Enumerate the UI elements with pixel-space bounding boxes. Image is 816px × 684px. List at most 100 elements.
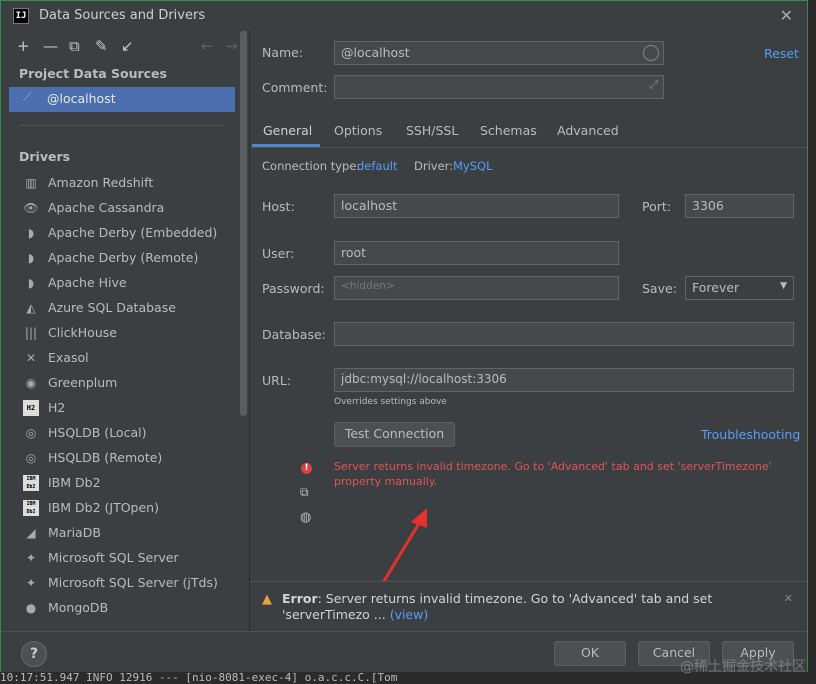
driver-item-label: Microsoft SQL Server (jTds): [48, 575, 218, 590]
driver-item[interactable]: ◢ MariaDB: [1, 521, 237, 545]
driver-item-label: Azure SQL Database: [48, 300, 176, 315]
driver-item[interactable]: IBM Db2 IBM Db2: [1, 471, 237, 495]
driver-item[interactable]: ✕ Exasol: [1, 346, 237, 370]
driver-item[interactable]: ◭ Azure SQL Database: [1, 296, 237, 320]
expand-icon[interactable]: ⤢: [649, 78, 658, 92]
url-input[interactable]: jdbc:mysql://localhost:3306: [334, 368, 794, 392]
watermark: @稀土掘金技术社区: [680, 659, 806, 675]
chevron-down-icon: ▼: [780, 281, 787, 291]
data-sources-dialog: IJ Data Sources and Drivers ✕ + — ⧉ ✎ ↙ …: [0, 0, 808, 673]
driver-item-label: MongoDB: [48, 600, 109, 615]
driver-item-label: HSQLDB (Local): [48, 425, 147, 440]
globe-icon[interactable]: ◍: [300, 510, 311, 525]
mssql-icon: ✦: [25, 551, 37, 565]
driver-item[interactable]: ◗ Apache Derby (Remote): [1, 246, 237, 270]
password-input[interactable]: <hidden>: [334, 276, 619, 300]
host-input[interactable]: localhost: [334, 194, 619, 218]
driver-item[interactable]: H2 H2: [1, 396, 237, 420]
hsqldb-icon: ◎: [25, 451, 37, 465]
notice-line-2: 'serverTimezo ... (view): [282, 607, 428, 622]
color-circle-icon[interactable]: [643, 45, 659, 61]
help-button[interactable]: ?: [21, 641, 47, 667]
cassandra-icon: 👁: [23, 201, 39, 215]
database-label: Database:: [262, 327, 326, 342]
driver-item[interactable]: ◎ HSQLDB (Local): [1, 421, 237, 445]
save-select[interactable]: Forever ▼: [685, 276, 794, 300]
database-input[interactable]: [334, 322, 794, 346]
azure-icon: ◭: [26, 301, 36, 315]
mssql-icon: ✦: [25, 576, 37, 590]
driver-item[interactable]: ◗ Apache Hive: [1, 271, 237, 295]
window-title: Data Sources and Drivers: [39, 8, 206, 23]
source-item-localhost[interactable]: ⟋ @localhost: [9, 87, 235, 112]
connection-type-label: Connection type:: [262, 159, 361, 173]
driver-item[interactable]: 👁 Apache Cassandra: [1, 196, 237, 220]
driver-item[interactable]: ⌁ MySQL: [1, 621, 237, 626]
driver-item[interactable]: IBM Db2 IBM Db2 (JTOpen): [1, 496, 237, 520]
left-scrollbar[interactable]: [240, 31, 247, 416]
right-panel: Name: @localhost Reset Comment: ⤢ Genera…: [250, 31, 807, 581]
mongodb-icon: ●: [25, 601, 37, 615]
port-input[interactable]: 3306: [685, 194, 794, 218]
active-tab-indicator: [252, 144, 320, 147]
driver-item-label: MariaDB: [48, 525, 101, 540]
tab-general[interactable]: General: [263, 123, 312, 138]
driver-item[interactable]: ◗ Apache Derby (Embedded): [1, 221, 237, 245]
troubleshooting-link[interactable]: Troubleshooting: [701, 427, 800, 442]
wrench-icon[interactable]: ✎: [95, 37, 108, 55]
driver-link[interactable]: MySQL: [453, 159, 493, 173]
title-bar: IJ Data Sources and Drivers ✕: [1, 1, 807, 31]
notice-close-icon[interactable]: ✕: [784, 592, 793, 605]
driver-item[interactable]: ✦ Microsoft SQL Server: [1, 546, 237, 570]
intellij-app-icon: IJ: [13, 8, 29, 24]
name-input[interactable]: @localhost: [334, 41, 664, 65]
close-icon[interactable]: ✕: [780, 6, 793, 25]
user-input[interactable]: root: [334, 241, 619, 265]
forward-arrow-icon[interactable]: →: [225, 37, 238, 55]
driver-label: Driver:: [414, 159, 454, 173]
notice-prefix: Error: [282, 591, 318, 606]
driver-item-label: H2: [48, 400, 66, 415]
driver-item[interactable]: ◉ Greenplum: [1, 371, 237, 395]
name-value: @localhost: [341, 45, 410, 60]
project-sources-heading: Project Data Sources: [19, 66, 167, 81]
warning-icon: ▲: [262, 592, 272, 607]
copy-icon[interactable]: ⧉: [300, 485, 309, 500]
save-label: Save:: [642, 281, 677, 296]
url-note: Overrides settings above: [334, 397, 447, 407]
reset-link[interactable]: Reset: [764, 46, 799, 61]
add-icon[interactable]: +: [17, 37, 30, 55]
driver-item[interactable]: ||| ClickHouse: [1, 321, 237, 345]
test-connection-button[interactable]: Test Connection: [334, 422, 455, 447]
tab-ssh-ssl[interactable]: SSH/SSL: [406, 123, 458, 138]
tab-schemas[interactable]: Schemas: [480, 123, 537, 138]
h2-icon: H2: [23, 400, 39, 416]
notice-view-link[interactable]: (view): [390, 607, 429, 622]
source-item-label: @localhost: [47, 91, 116, 106]
divider: [19, 125, 225, 126]
notice-text-2: 'serverTimezo ...: [282, 607, 390, 622]
driver-item[interactable]: ▥ Amazon Redshift: [1, 171, 237, 195]
background-editor-edge: [808, 0, 816, 684]
driver-item[interactable]: ✦ Microsoft SQL Server (jTds): [1, 571, 237, 595]
driver-item-label: Exasol: [48, 350, 89, 365]
import-icon[interactable]: ↙: [121, 37, 134, 55]
notice-line-1: Error: Server returns invalid timezone. …: [282, 591, 712, 606]
driver-item[interactable]: ● MongoDB: [1, 596, 237, 620]
left-panel: + — ⧉ ✎ ↙ ← → Project Data Sources ⟋ @lo…: [1, 31, 250, 631]
drivers-heading: Drivers: [19, 149, 71, 164]
tab-options[interactable]: Options: [334, 123, 382, 138]
back-arrow-icon[interactable]: ←: [201, 37, 214, 55]
remove-icon[interactable]: —: [43, 37, 58, 55]
tab-advanced[interactable]: Advanced: [557, 123, 619, 138]
driver-item-label: IBM Db2 (JTOpen): [48, 500, 159, 515]
ok-button[interactable]: OK: [554, 641, 626, 666]
derby-icon: ◗: [27, 251, 35, 265]
driver-item-label: ClickHouse: [48, 325, 117, 340]
connection-type-link[interactable]: default: [357, 159, 397, 173]
driver-item[interactable]: ◎ HSQLDB (Remote): [1, 446, 237, 470]
duplicate-icon[interactable]: ⧉: [69, 37, 80, 55]
comment-input[interactable]: ⤢: [334, 75, 664, 99]
driver-item-label: Apache Hive: [48, 275, 127, 290]
driver-item-label: Apache Derby (Remote): [48, 250, 199, 265]
